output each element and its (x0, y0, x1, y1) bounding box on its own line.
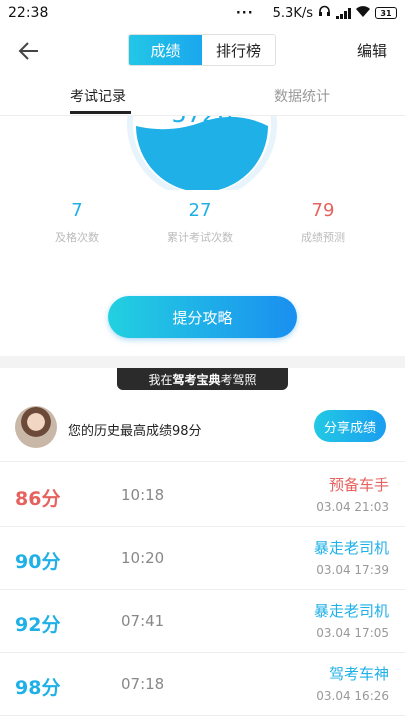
best-score-text: 您的历史最高成绩98分 (68, 424, 202, 439)
record-score: 86分 (15, 488, 61, 510)
record-duration: 07:41 (121, 612, 165, 630)
back-button[interactable] (12, 34, 46, 68)
section-divider (0, 356, 405, 368)
avatar (15, 406, 57, 448)
stat-total-label: 累计考试次数 (167, 231, 233, 244)
record-date: 03.04 17:39 (316, 563, 389, 577)
stat-predict-label: 成绩预测 (301, 231, 345, 244)
sub-tabs: 考试记录 数据统计 (0, 78, 405, 116)
record-title: 预备车手 (328, 476, 389, 494)
back-arrow-icon (18, 42, 38, 60)
record-score: 92分 (15, 614, 61, 636)
record-title: 暴走老司机 (313, 602, 389, 620)
more-dots-icon: ··· (235, 5, 254, 21)
stat-predict: 79 成绩预测 (263, 200, 383, 245)
record-date: 03.04 21:03 (316, 500, 389, 514)
record-date: 03.04 17:05 (316, 626, 389, 640)
stat-total-value: 27 (188, 200, 212, 221)
promo-pre: 我在 (148, 372, 173, 387)
gauge-graphic: 5726 (127, 116, 277, 190)
score-gauge: 5726 (0, 116, 405, 190)
share-score-button[interactable]: 分享成绩 (314, 410, 386, 442)
exam-record-list: 86分 10:18 预备车手 03.04 21:03 90分 10:20 暴走老… (0, 464, 405, 716)
stat-passed-label: 及格次数 (55, 231, 99, 244)
edit-button[interactable]: 编辑 (357, 40, 387, 61)
stat-passed-value: 7 (71, 200, 83, 221)
promo-post: 考驾照 (220, 372, 257, 387)
gauge-value: 5726 (171, 116, 232, 128)
record-title: 暴走老司机 (313, 539, 389, 557)
record-score: 90分 (15, 551, 61, 573)
list-item[interactable]: 86分 10:18 预备车手 03.04 21:03 (0, 464, 405, 527)
score-tips-button[interactable]: 提分攻略 (108, 296, 297, 338)
status-right: ··· 5.3K/s 31 (236, 5, 397, 21)
subtab-exam-records[interactable]: 考试记录 (70, 86, 126, 106)
segmented-control: 成绩 排行榜 (128, 34, 276, 66)
status-time: 22:38 (8, 5, 49, 21)
list-item[interactable]: 92分 07:41 暴走老司机 03.04 17:05 (0, 590, 405, 653)
status-bar: 22:38 ··· 5.3K/s 31 (0, 0, 405, 26)
headphones-icon (318, 5, 331, 21)
promo-banner: 我在 驾考宝典 考驾照 (117, 368, 288, 390)
record-duration: 10:18 (121, 486, 165, 504)
record-date: 03.04 16:26 (316, 689, 389, 703)
record-duration: 10:20 (121, 549, 165, 567)
stats-row: 7 及格次数 27 累计考试次数 79 成绩预测 (0, 200, 405, 260)
subtab-active-indicator (70, 111, 131, 114)
stat-total: 27 累计考试次数 (140, 200, 260, 245)
list-item[interactable]: 98分 07:18 驾考车神 03.04 16:26 (0, 653, 405, 716)
tab-scores[interactable]: 成绩 (129, 35, 202, 65)
signal-icon (336, 7, 351, 19)
battery-icon: 31 (375, 7, 397, 19)
record-score: 98分 (15, 677, 61, 699)
top-nav: 成绩 排行榜 编辑 (0, 26, 405, 74)
tab-ranking[interactable]: 排行榜 (202, 35, 275, 65)
record-title: 驾考车神 (328, 665, 389, 683)
wifi-icon (356, 5, 370, 21)
best-score-row: 您的历史最高成绩98分 分享成绩 (0, 400, 405, 462)
record-duration: 07:18 (121, 675, 165, 693)
stat-passed: 7 及格次数 (17, 200, 137, 245)
stat-predict-value: 79 (311, 200, 335, 221)
list-item[interactable]: 90分 10:20 暴走老司机 03.04 17:39 (0, 527, 405, 590)
network-speed: 5.3K/s (272, 5, 313, 21)
subtab-data-stats[interactable]: 数据统计 (274, 86, 330, 106)
promo-brand: 驾考宝典 (172, 372, 221, 387)
